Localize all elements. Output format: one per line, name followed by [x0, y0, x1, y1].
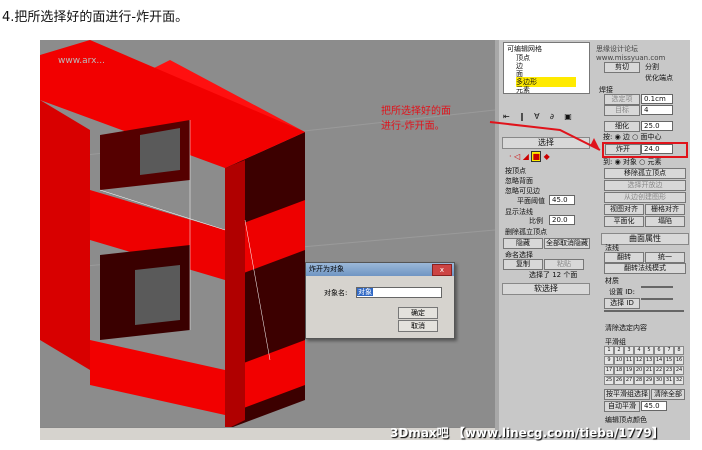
annotation-arrow-layer [489, 121, 601, 151]
annotation-line-2: 进行-炸开面。 [381, 121, 445, 132]
footer-watermark: 3Dmax吧 【www.linecg.com/tieba/1779】 [390, 426, 664, 440]
annotation-text: 把所选择好的面 进行-炸开面。 [381, 104, 451, 134]
annotation-line-1: 把所选择好的面 [381, 106, 451, 117]
annotation-arrow [489, 121, 601, 151]
